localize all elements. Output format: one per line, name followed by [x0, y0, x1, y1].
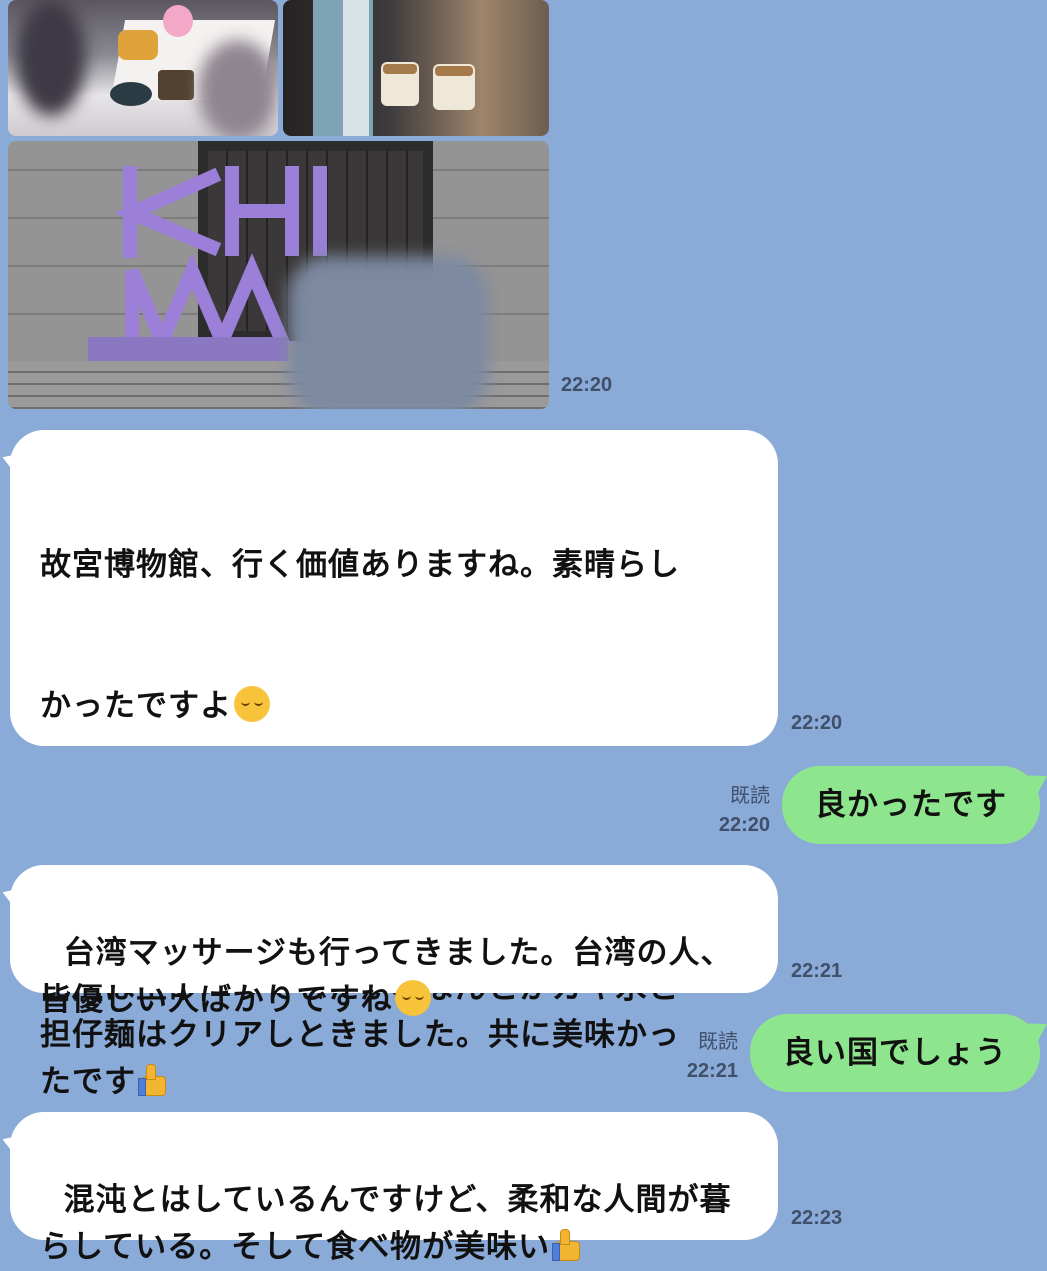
incoming-message-bubble[interactable]: 台湾マッサージも行ってきました。台湾の人、 皆優しい人ばかりですね [10, 865, 778, 1018]
message-timestamp: 22:21 [791, 960, 843, 982]
read-receipt: 既読 22:21 [686, 1029, 738, 1082]
thumbs-up-icon [552, 1227, 584, 1261]
message-timestamp: 22:23 [791, 1207, 843, 1229]
relieved-face-icon [394, 980, 431, 1016]
outgoing-message-bubble[interactable]: 良い国でしょう [750, 1014, 1040, 1092]
message-timestamp: 22:20 [791, 712, 843, 734]
relieved-face-icon [234, 686, 270, 722]
incoming-message-bubble[interactable]: 故宮博物館、行く価値ありますね。素晴らし かったですよ 西門は土砂降りでしたが、… [10, 430, 778, 1100]
message-text-line: かったですよ [40, 683, 748, 730]
message-text: 良い国でしょう [783, 1034, 1007, 1071]
message-text: 良かったです [815, 786, 1007, 823]
photo-timestamp: 22:20 [561, 374, 613, 396]
thumbs-up-icon [138, 1062, 170, 1096]
photo-museum-sign[interactable] [8, 141, 549, 409]
photo-people-with-dessert[interactable] [283, 0, 549, 136]
message-text: 混沌とはしているんですけど、柔和な人間が暮 らしている。そして食べ物が美味い [40, 1182, 732, 1265]
message-text-line: 故宮博物館、行く価値ありますね。素晴らし [40, 547, 680, 583]
photo-cafe-table[interactable] [8, 0, 278, 136]
read-receipt: 既読 22:20 [718, 783, 770, 836]
outgoing-message-bubble[interactable]: 良かったです [782, 766, 1040, 844]
incoming-message-bubble[interactable]: 混沌とはしているんですけど、柔和な人間が暮 らしている。そして食べ物が美味い [10, 1112, 778, 1265]
